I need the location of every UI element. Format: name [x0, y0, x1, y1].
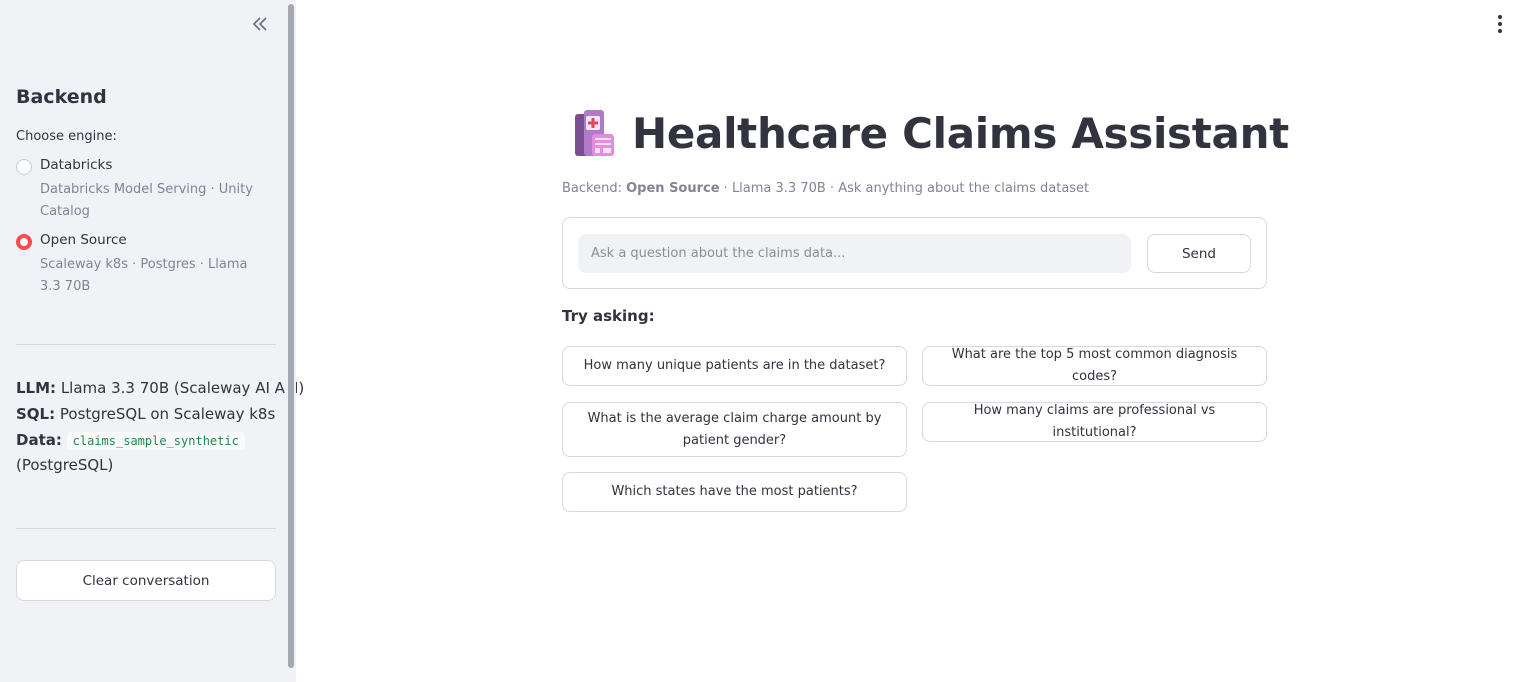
suggestion-button[interactable]: What is the average claim charge amount …: [562, 402, 907, 457]
caption-backend: Open Source: [626, 181, 720, 196]
suggestion-button[interactable]: What are the top 5 most common diagnosis…: [922, 346, 1267, 386]
radio-dot-open-source[interactable]: [16, 234, 32, 250]
suggestion-button[interactable]: Which states have the most patients?: [562, 472, 907, 512]
sidebar: Backend Choose engine: Databricks Databr…: [0, 0, 304, 682]
info-data: Data: claims_sample_synthetic: [16, 431, 245, 450]
info-sql: SQL: PostgreSQL on Scaleway k8s: [16, 405, 275, 423]
caption-prefix: Backend:: [562, 181, 627, 196]
question-form: Send: [562, 217, 1267, 289]
info-llm: LLM: Llama 3.3 70B (Scaleway AI API): [16, 379, 304, 397]
radio-dot-databricks[interactable]: [16, 159, 32, 175]
send-button[interactable]: Send: [1147, 234, 1251, 273]
engine-label: Choose engine:: [16, 129, 117, 144]
try-asking-heading: Try asking:: [562, 307, 655, 325]
info-data-suffix: (PostgreSQL): [16, 456, 114, 474]
sidebar-heading: Backend: [16, 86, 107, 108]
title-row: Healthcare Claims Assistant: [572, 108, 1289, 158]
radio-open-source[interactable]: Open Source Scaleway k8s · Postgres · Ll…: [16, 232, 276, 296]
question-input[interactable]: [578, 234, 1131, 273]
sidebar-divider: [16, 344, 276, 345]
suggestion-button[interactable]: How many unique patients are in the data…: [562, 346, 907, 386]
main-menu-icon[interactable]: [1490, 12, 1510, 36]
backend-caption: Backend: Open Source · Llama 3.3 70B · A…: [562, 181, 1089, 196]
info-sql-value: PostgreSQL on Scaleway k8s: [59, 405, 276, 423]
page-title: Healthcare Claims Assistant: [632, 108, 1289, 158]
radio-desc-open-source: Scaleway k8s · Postgres · Llama 3.3 70B: [40, 257, 248, 294]
clear-conversation-button[interactable]: Clear conversation: [16, 560, 276, 601]
info-llm-value: Llama 3.3 70B (Scaleway AI API): [60, 379, 305, 397]
info-data-label: Data:: [16, 431, 62, 449]
radio-title-open-source: Open Source: [40, 232, 127, 248]
suggestion-button[interactable]: How many claims are professional vs inst…: [922, 402, 1267, 442]
sidebar-scrollbar[interactable]: [286, 0, 296, 682]
hospital-icon: [575, 110, 614, 156]
radio-title-databricks: Databricks: [40, 157, 113, 173]
collapse-sidebar-icon[interactable]: [248, 12, 272, 36]
info-llm-label: LLM:: [16, 379, 57, 397]
caption-suffix: · Llama 3.3 70B · Ask anything about the…: [719, 181, 1090, 196]
radio-desc-databricks: Databricks Model Serving · Unity Catalog: [40, 182, 253, 219]
info-sql-label: SQL:: [16, 405, 56, 423]
sidebar-scrollbar-thumb[interactable]: [288, 4, 294, 668]
sidebar-divider-2: [16, 528, 276, 529]
info-data-code: claims_sample_synthetic: [66, 432, 245, 450]
radio-databricks[interactable]: Databricks Databricks Model Serving · Un…: [16, 157, 276, 221]
